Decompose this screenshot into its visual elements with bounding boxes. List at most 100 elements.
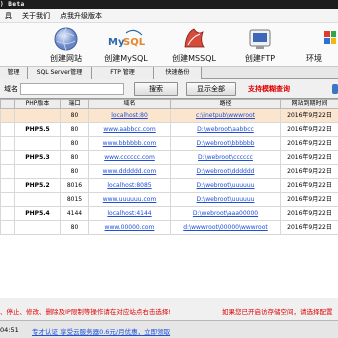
expire-date-cell: 2016年9月22日	[280, 108, 338, 123]
col-header-domain[interactable]: 域名	[88, 99, 171, 109]
col-header-port[interactable]: 端口	[60, 99, 89, 109]
php-version-cell: PHP5.2	[14, 178, 61, 193]
domain-cell[interactable]: www.uuuuuu.com	[88, 192, 171, 207]
path-cell[interactable]: D:\webroot\uuuuuu	[170, 178, 281, 193]
menu-about[interactable]: 关于我们	[17, 11, 55, 21]
notice-bar: 、停止、修改、删除及IP限制等操作请在对应站点右击选择! 如果您已开启访存储空间…	[0, 298, 338, 320]
port-cell: 80	[60, 136, 89, 151]
info-icon[interactable]	[332, 84, 338, 94]
environment-icon	[306, 25, 338, 53]
port-cell: 80	[60, 150, 89, 165]
col-header-rowhead	[0, 99, 15, 109]
domain-cell[interactable]: localhost:4144	[88, 206, 171, 221]
promo-link[interactable]: 专才认证 享受云服务器0.6元/月优惠，立即领取	[32, 326, 170, 336]
domain-cell[interactable]: www.aabbcc.com	[88, 122, 171, 137]
search-button[interactable]: 搜索	[134, 82, 178, 96]
row-header-cell	[0, 220, 15, 235]
table-header-row: PHP版本 端口 域名 路径 网站到期时间	[0, 99, 338, 109]
mssql-icon	[166, 25, 222, 53]
col-header-php[interactable]: PHP版本	[14, 99, 61, 109]
tab-sqlserver-manage[interactable]: SQL Server管理	[28, 67, 92, 79]
expire-date-cell: 2016年9月22日	[280, 150, 338, 165]
php-version-cell	[14, 136, 61, 151]
row-header-cell	[0, 192, 15, 207]
create-mysql-button[interactable]: My SQL 创建MySQL	[98, 25, 154, 65]
port-cell: 80	[60, 220, 89, 235]
row-header-cell	[0, 136, 15, 151]
window-title: ) Beta	[0, 1, 25, 8]
row-header-cell	[0, 164, 15, 179]
domain-cell[interactable]: www.bbbbbb.com	[88, 136, 171, 151]
domain-cell[interactable]: www.cccccc.com	[88, 150, 171, 165]
status-bar: 04:51 专才认证 享受云服务器0.6元/月优惠，立即领取	[0, 320, 338, 338]
table-row[interactable]: PHP5.5 80 www.aabbcc.com D:\webroot\aabbcc 2…	[0, 122, 338, 137]
path-cell[interactable]: D:\webroot\bbbbbb	[170, 136, 281, 151]
tab-quick-backup[interactable]: 快速备份	[154, 67, 202, 79]
tab-ftp-manage[interactable]: FTP 管理	[92, 67, 154, 79]
expire-date-cell: 2016年9月22日	[280, 206, 338, 221]
create-mssql-label: 创建MSSQL	[172, 54, 216, 63]
status-time: 04:51	[0, 326, 19, 334]
site-table: PHP版本 端口 域名 路径 网站到期时间 80 localhost:80 c:\i…	[0, 98, 338, 298]
row-header-cell	[0, 150, 15, 165]
ftp-icon	[232, 25, 288, 53]
expire-date-cell: 2016年9月22日	[280, 136, 338, 151]
path-cell[interactable]: c:\inetpub\wwwroot	[170, 108, 281, 123]
col-header-expire[interactable]: 网站到期时间	[280, 99, 338, 109]
path-cell[interactable]: D:\webroot\aaa00000	[170, 206, 281, 221]
create-ftp-button[interactable]: 创建FTP	[232, 25, 288, 65]
row-header-cell	[0, 122, 15, 137]
table-row[interactable]: 80 www.dddddd.com D:\webroot\dddddd 2016年9月…	[0, 164, 338, 179]
table-row[interactable]: PHP5.2 8016 localhost:8085 D:\webroot\uuuuu…	[0, 178, 338, 193]
path-cell[interactable]: D:\webroot\uuuuuu	[170, 192, 281, 207]
expire-date-cell: 2016年9月22日	[280, 164, 338, 179]
domain-cell[interactable]: www.00000.com	[88, 220, 171, 235]
tab-site-manage[interactable]: 管理	[0, 67, 28, 79]
path-cell[interactable]: D:\webroot\cccccc	[170, 150, 281, 165]
table-row[interactable]: PHP5.4 4144 localhost:4144 D:\webroot\aaa00…	[0, 206, 338, 221]
path-cell[interactable]: D:\webroot\aabbcc	[170, 122, 281, 137]
operation-notice: 、停止、修改、删除及IP限制等操作请在对应站点右击选择!	[0, 308, 171, 316]
domain-cell[interactable]: www.dddddd.com	[88, 164, 171, 179]
php-version-cell	[14, 164, 61, 179]
expire-date-cell: 2016年9月22日	[280, 122, 338, 137]
environment-button[interactable]: 环境	[306, 25, 338, 65]
domain-label: 域名	[4, 85, 18, 93]
create-mysql-label: 创建MySQL	[104, 54, 148, 63]
table-row[interactable]: 80 localhost:80 c:\inetpub\wwwroot 2016年9月2…	[0, 108, 338, 123]
domain-cell[interactable]: localhost:8085	[88, 178, 171, 193]
php-version-cell: PHP5.4	[14, 206, 61, 221]
create-mssql-button[interactable]: 创建MSSQL	[166, 25, 222, 65]
expire-date-cell: 2016年9月22日	[280, 178, 338, 193]
menu-tools[interactable]: 具	[0, 11, 17, 21]
domain-search-input[interactable]	[20, 83, 124, 95]
path-cell[interactable]: d:\wwwroot\00000\wwwroot	[170, 220, 281, 235]
table-row[interactable]: 80 www.bbbbbb.com D:\webroot\bbbbbb 2016年9月…	[0, 136, 338, 151]
php-version-cell	[14, 108, 61, 123]
table-row[interactable]: PHP5.3 80 www.cccccc.com D:\webroot\cccccc 2…	[0, 150, 338, 165]
create-site-button[interactable]: 创建网站	[38, 25, 94, 65]
toolbar: 创建网站 My SQL 创建MySQL 创建MSSQL 创建FTP 环境	[0, 23, 338, 67]
path-cell[interactable]: D:\webroot\dddddd	[170, 164, 281, 179]
svg-text:SQL: SQL	[123, 37, 146, 48]
row-header-cell	[0, 206, 15, 221]
environment-label: 环境	[306, 54, 322, 63]
table-row[interactable]: 8015 www.uuuuuu.com D:\webroot\uuuuuu 2016年…	[0, 192, 338, 207]
php-version-cell	[14, 220, 61, 235]
col-header-path[interactable]: 路径	[170, 99, 281, 109]
port-cell: 8016	[60, 178, 89, 193]
show-all-button[interactable]: 显示全部	[186, 82, 236, 96]
mysql-icon: My SQL	[98, 25, 154, 53]
table-row[interactable]: 80 www.00000.com d:\wwwroot\00000\wwwroot 2…	[0, 220, 338, 235]
php-version-cell: PHP5.5	[14, 122, 61, 137]
menu-upgrade[interactable]: 点我升级版本	[55, 11, 107, 21]
tab-bar: 管理 SQL Server管理 FTP 管理 快速备份	[0, 67, 338, 79]
domain-search-bar: 域名 搜索 显示全部 支持模糊查询	[0, 80, 338, 98]
port-cell: 8015	[60, 192, 89, 207]
title-bar: ) Beta	[0, 0, 338, 9]
port-cell: 80	[60, 108, 89, 123]
port-cell: 80	[60, 164, 89, 179]
expire-date-cell: 2016年9月22日	[280, 220, 338, 235]
port-cell: 4144	[60, 206, 89, 221]
domain-cell[interactable]: localhost:80	[88, 108, 171, 123]
